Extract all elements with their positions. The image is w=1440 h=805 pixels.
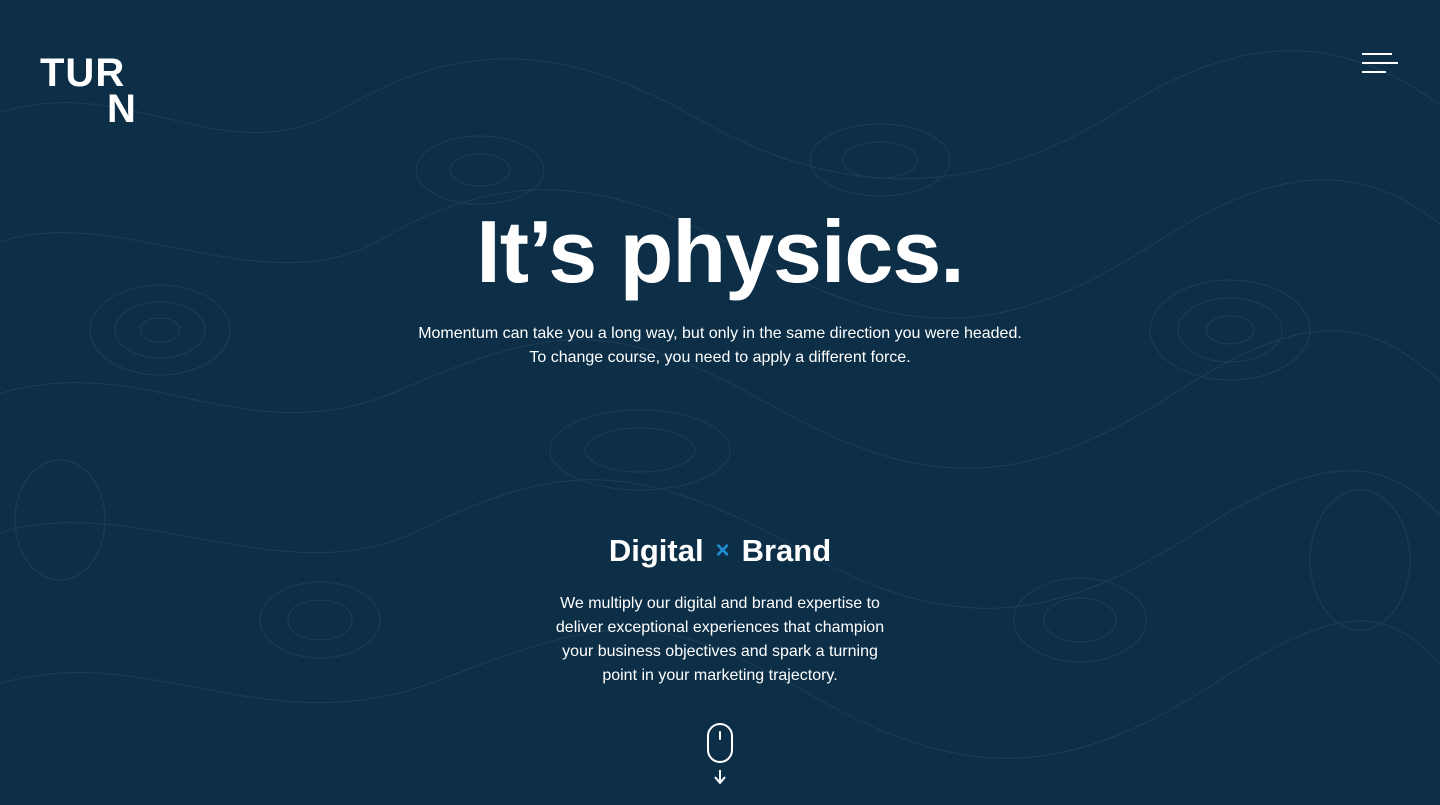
hero-subtitle-line-1: Momentum can take you a long way, but on… bbox=[418, 325, 1022, 342]
multiply-icon: × bbox=[715, 537, 730, 564]
services-heading: Digital × Brand bbox=[0, 530, 1440, 572]
turn-logo[interactable]: TUR N bbox=[40, 51, 142, 131]
services-word-digital: Digital bbox=[608, 533, 704, 568]
menu-line-middle bbox=[1362, 62, 1398, 64]
hero-title: It’s physics. bbox=[476, 202, 965, 301]
hamburger-menu-icon[interactable] bbox=[1362, 53, 1400, 79]
services-description: We multiply our digital and brand expert… bbox=[555, 595, 885, 684]
hero-subtitle-line-2: To change course, you need to apply a di… bbox=[529, 349, 911, 366]
services-section: Digital × Brand We multiply our digital … bbox=[0, 530, 1440, 688]
menu-line-top bbox=[1362, 53, 1392, 55]
mouse-scroll-down-icon[interactable] bbox=[705, 722, 735, 788]
services-word-brand: Brand bbox=[741, 533, 832, 568]
hero-section: It’s physics. Momentum can take you a lo… bbox=[0, 200, 1440, 370]
menu-line-bottom bbox=[1362, 71, 1386, 73]
logo-line-1: TUR bbox=[40, 51, 126, 95]
logo-line-2: N bbox=[107, 87, 137, 131]
hero-subtitle: Momentum can take you a long way, but on… bbox=[0, 322, 1440, 370]
